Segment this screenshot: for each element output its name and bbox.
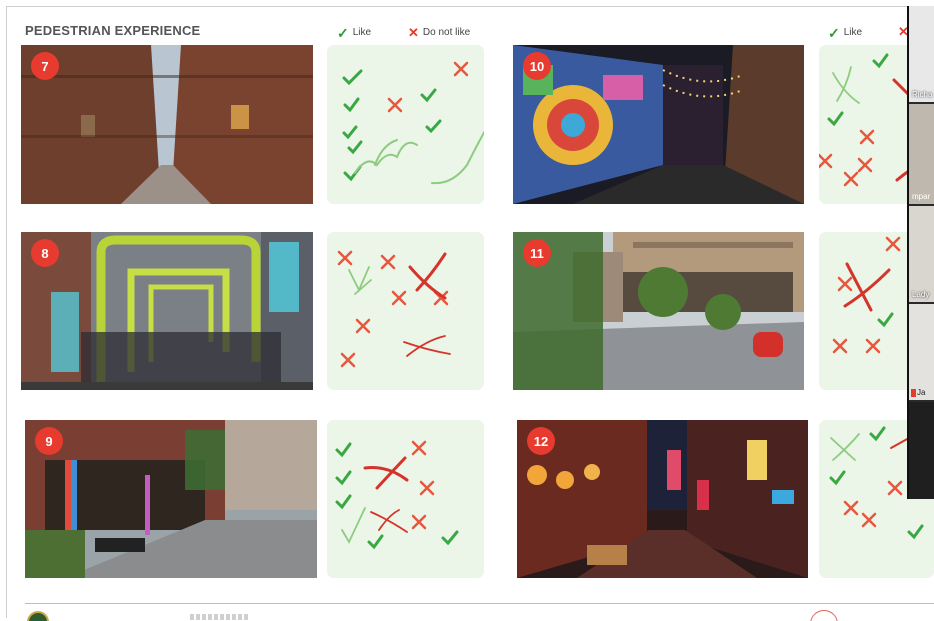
video-participants-panel[interactable]: Richa mpar Lady Ja bbox=[907, 6, 934, 499]
legend-dislike: ✕ Do not like bbox=[408, 24, 471, 40]
photo-alley-10: 10 bbox=[513, 45, 804, 204]
participant-tile[interactable]: Ja bbox=[909, 304, 934, 400]
participant-tile[interactable]: Lady bbox=[909, 206, 934, 302]
participant-name: Lady bbox=[912, 290, 930, 299]
check-icon: ✓ bbox=[828, 24, 840, 41]
photo-alley-11: 11 bbox=[513, 232, 804, 390]
photo-alley-9: 9 bbox=[25, 420, 317, 578]
footer-caption bbox=[190, 614, 250, 620]
check-icon: ✓ bbox=[337, 24, 349, 41]
slide: PEDESTRIAN EXPERIENCE ✓ Like ✕ Do not li… bbox=[0, 0, 934, 621]
photo-alley-7: 7 bbox=[21, 45, 313, 204]
participant-tile[interactable]: Richa bbox=[909, 6, 934, 102]
vote-panel-9[interactable] bbox=[327, 420, 484, 578]
photo-number-badge: 10 bbox=[523, 52, 551, 80]
photo-number-badge: 7 bbox=[31, 52, 59, 80]
vote-panel-8[interactable] bbox=[327, 232, 484, 390]
photo-number-badge: 12 bbox=[527, 427, 555, 455]
photo-number-badge: 8 bbox=[31, 239, 59, 267]
participant-name: mpar bbox=[912, 192, 931, 201]
participant-name: Richa bbox=[912, 90, 933, 99]
photo-number-badge: 9 bbox=[35, 427, 63, 455]
page-title: PEDESTRIAN EXPERIENCE bbox=[25, 23, 201, 38]
legend-like-right: ✓ Like bbox=[828, 24, 863, 41]
participant-name: Ja bbox=[917, 388, 926, 397]
vote-panel-7[interactable] bbox=[327, 45, 484, 204]
legend-dislike-label: Do not like bbox=[422, 27, 471, 38]
cross-icon: ✕ bbox=[408, 24, 419, 40]
legend-like-label: Like bbox=[352, 27, 372, 38]
photo-number-badge: 11 bbox=[523, 239, 551, 267]
photo-alley-12: 12 bbox=[517, 420, 808, 578]
participant-tile[interactable] bbox=[909, 402, 934, 499]
legend-like-right-label: Like bbox=[843, 27, 863, 38]
footer-divider bbox=[25, 603, 934, 604]
legend-like: ✓ Like bbox=[337, 24, 372, 41]
photo-alley-8: 8 bbox=[21, 232, 313, 390]
participant-tile[interactable]: mpar bbox=[909, 104, 934, 204]
muted-mic-icon bbox=[911, 389, 916, 397]
